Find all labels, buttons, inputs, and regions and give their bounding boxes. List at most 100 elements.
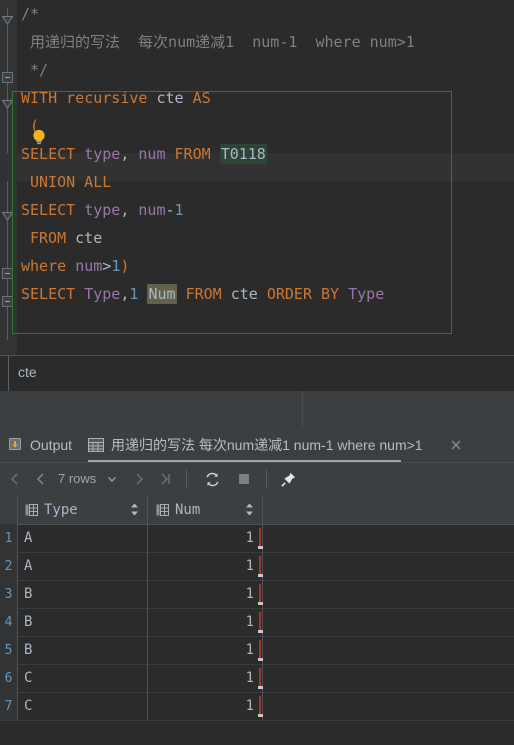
cell-num[interactable]: 1 bbox=[148, 692, 263, 720]
cell-edge-marker bbox=[258, 528, 263, 549]
column-header-type[interactable]: Type bbox=[17, 495, 148, 524]
tool-window-tabs[interactable]: Output 用递归的写法 每次num递减1 num-1 where num>1 bbox=[0, 427, 514, 462]
code-text[interactable]: /* 用递归的写法 每次num递减1 num-1 where num>1 */ WIT… bbox=[17, 0, 514, 355]
column-header-num[interactable]: Num bbox=[148, 495, 263, 524]
next-page-icon[interactable] bbox=[128, 468, 150, 490]
column-icon bbox=[25, 503, 38, 516]
row-number[interactable]: 6 bbox=[0, 664, 18, 692]
code-token: FROM bbox=[30, 229, 67, 247]
code-token: cte bbox=[156, 89, 184, 107]
code-token: */ bbox=[30, 61, 49, 79]
cte-result-strip: cte bbox=[0, 355, 514, 392]
lightbulb-icon[interactable] bbox=[30, 128, 48, 146]
code-token: UNION ALL bbox=[30, 173, 112, 191]
code-token: where bbox=[21, 257, 67, 275]
cell-edge-marker bbox=[258, 556, 263, 577]
tab-query-result-label: 用递归的写法 每次num递减1 num-1 where num>1 bbox=[111, 436, 423, 453]
stop-icon[interactable] bbox=[232, 468, 256, 490]
code-token: WITH bbox=[21, 89, 58, 107]
sort-icon[interactable] bbox=[130, 503, 139, 520]
pin-icon[interactable] bbox=[276, 468, 300, 490]
code-token: 1 bbox=[111, 257, 121, 275]
cell-edge-marker bbox=[258, 584, 263, 605]
table-row[interactable]: 5B 1 bbox=[0, 636, 514, 665]
result-grid[interactable]: Type Num 1A12A13B14B15B16 C 1 7 C 1 bbox=[0, 495, 514, 745]
column-icon bbox=[156, 503, 169, 516]
cell-num[interactable]: 1 bbox=[148, 552, 263, 580]
code-token: > bbox=[102, 257, 112, 275]
console-output-icon bbox=[8, 437, 23, 452]
sql-editor[interactable]: /* 用递归的写法 每次num递减1 num-1 where num>1 */ WIT… bbox=[0, 0, 514, 355]
refresh-icon[interactable] bbox=[200, 468, 224, 490]
cell-type[interactable]: C bbox=[17, 664, 148, 692]
table-row[interactable]: 7C 1 bbox=[0, 692, 514, 721]
fold-marker-comment-start[interactable] bbox=[2, 16, 13, 27]
code-token: num bbox=[75, 257, 103, 275]
sort-icon[interactable] bbox=[245, 503, 254, 520]
table-row[interactable]: 3B 1 bbox=[0, 580, 514, 609]
code-line-2: 用递归的写法 每次num递减1 num-1 where num>1 bbox=[30, 28, 415, 56]
table-row[interactable]: 4B 1 bbox=[0, 608, 514, 637]
cell-type[interactable]: B bbox=[17, 580, 148, 608]
last-page-icon[interactable] bbox=[154, 468, 176, 490]
toolbar-separator-2 bbox=[266, 470, 267, 489]
fold-marker-where[interactable] bbox=[2, 268, 13, 279]
prev-page-icon[interactable] bbox=[30, 468, 52, 490]
cell-num[interactable]: 1 bbox=[148, 636, 263, 664]
cell-num[interactable]: 1 bbox=[148, 664, 263, 692]
chevron-down-icon[interactable] bbox=[104, 468, 120, 490]
fold-marker-select-2[interactable] bbox=[2, 212, 13, 223]
fold-marker-with[interactable] bbox=[2, 100, 13, 111]
empty-panel-strip bbox=[0, 391, 514, 427]
code-line-6: SELECT type, num FROM T0118 bbox=[21, 140, 267, 168]
code-token: - bbox=[165, 201, 175, 219]
code-line-8: SELECT type, num-1 bbox=[21, 196, 184, 224]
cell-num-value: 1 bbox=[245, 586, 254, 602]
table-row[interactable]: 1A1 bbox=[0, 524, 514, 553]
row-number[interactable]: 4 bbox=[0, 608, 18, 636]
cell-type[interactable]: A bbox=[17, 524, 148, 552]
result-toolbar[interactable]: 7 rows bbox=[0, 462, 514, 496]
row-number[interactable]: 5 bbox=[0, 636, 18, 664]
table-row[interactable]: 6C 1 bbox=[0, 664, 514, 693]
code-token: recursive bbox=[66, 89, 148, 107]
tab-query-result[interactable]: 用递归的写法 每次num递减1 num-1 where num>1 bbox=[88, 427, 423, 462]
fold-marker-comment-end[interactable] bbox=[2, 72, 13, 83]
row-count-label[interactable]: 7 rows bbox=[58, 471, 96, 486]
cell-type[interactable]: C bbox=[17, 692, 148, 720]
cell-num[interactable]: 1 bbox=[148, 608, 263, 636]
cte-label: cte bbox=[18, 364, 37, 380]
close-icon[interactable] bbox=[450, 438, 462, 450]
code-token: Type bbox=[84, 285, 121, 303]
row-number[interactable]: 1 bbox=[0, 524, 18, 552]
cell-type[interactable]: B bbox=[17, 636, 148, 664]
row-number[interactable]: 2 bbox=[0, 552, 18, 580]
code-line-11: SELECT Type,1 Num FROM cte ORDER BY Type bbox=[21, 280, 384, 308]
code-token: 用递归的写法 每次num递减1 num-1 where num>1 bbox=[30, 33, 415, 51]
cell-type[interactable]: A bbox=[17, 552, 148, 580]
grid-corner-cell[interactable] bbox=[0, 495, 18, 524]
cell-num[interactable]: 1 bbox=[148, 524, 263, 552]
cell-type[interactable]: B bbox=[17, 608, 148, 636]
code-token: AS bbox=[192, 89, 211, 107]
row-number[interactable]: 7 bbox=[0, 692, 18, 720]
cell-edge-marker bbox=[258, 696, 263, 717]
cell-num[interactable]: 1 bbox=[148, 580, 263, 608]
fold-marker-final-select[interactable] bbox=[2, 296, 13, 307]
code-token-highlighted: T0118 bbox=[219, 144, 267, 164]
code-token: /* bbox=[21, 5, 40, 23]
table-row[interactable]: 2A 1 bbox=[0, 552, 514, 581]
tab-output[interactable]: Output bbox=[8, 427, 72, 462]
cell-num-value: 1 bbox=[245, 670, 254, 686]
code-token: SELECT bbox=[21, 145, 76, 163]
row-number[interactable]: 3 bbox=[0, 580, 18, 608]
first-page-icon[interactable] bbox=[4, 468, 26, 490]
